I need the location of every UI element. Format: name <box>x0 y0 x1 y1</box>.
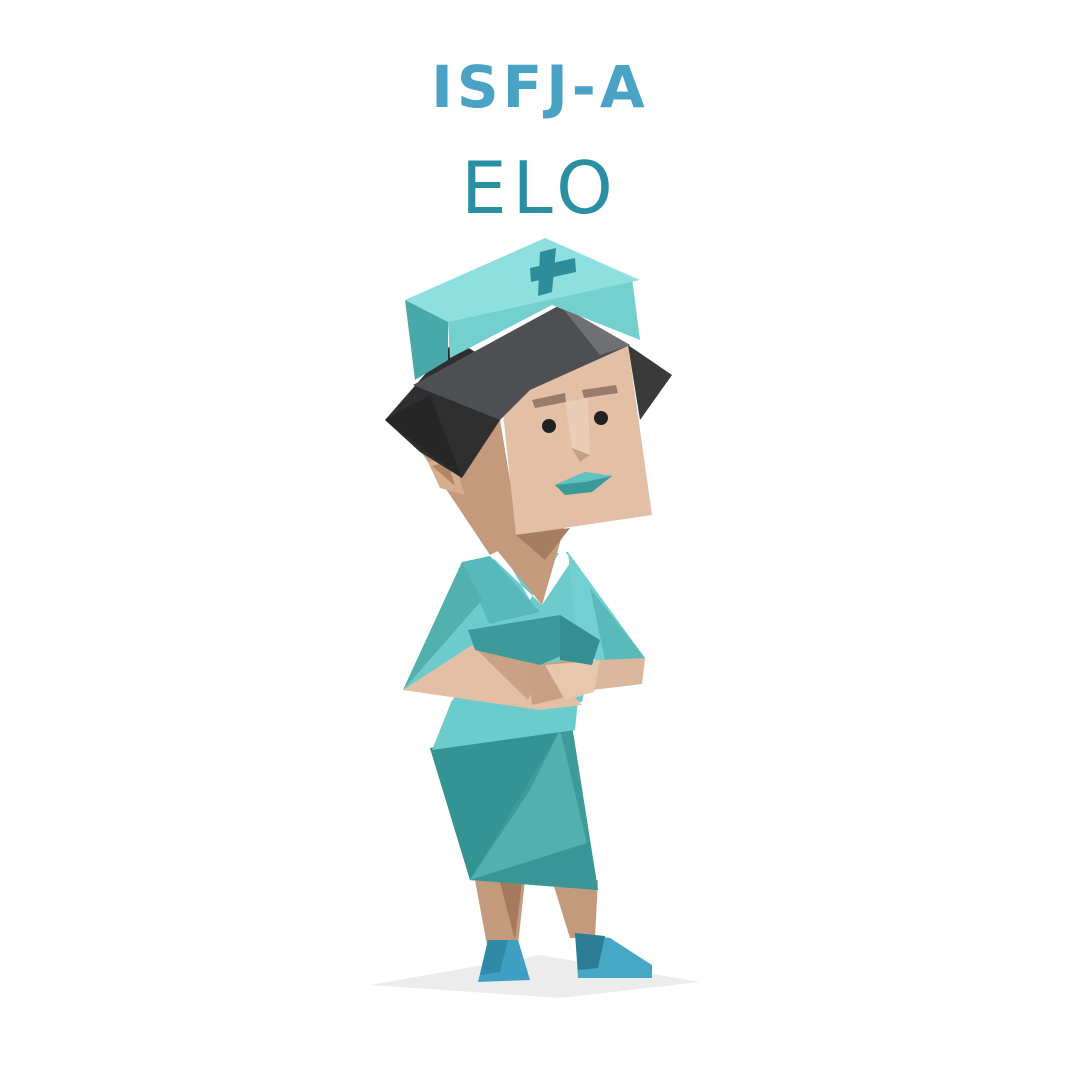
right-eye <box>594 411 608 425</box>
poster: ISFJ-A ELO <box>0 0 1080 1080</box>
left-eye <box>542 419 556 433</box>
nurse-character-icon <box>370 238 700 998</box>
forearm-back <box>592 658 645 690</box>
